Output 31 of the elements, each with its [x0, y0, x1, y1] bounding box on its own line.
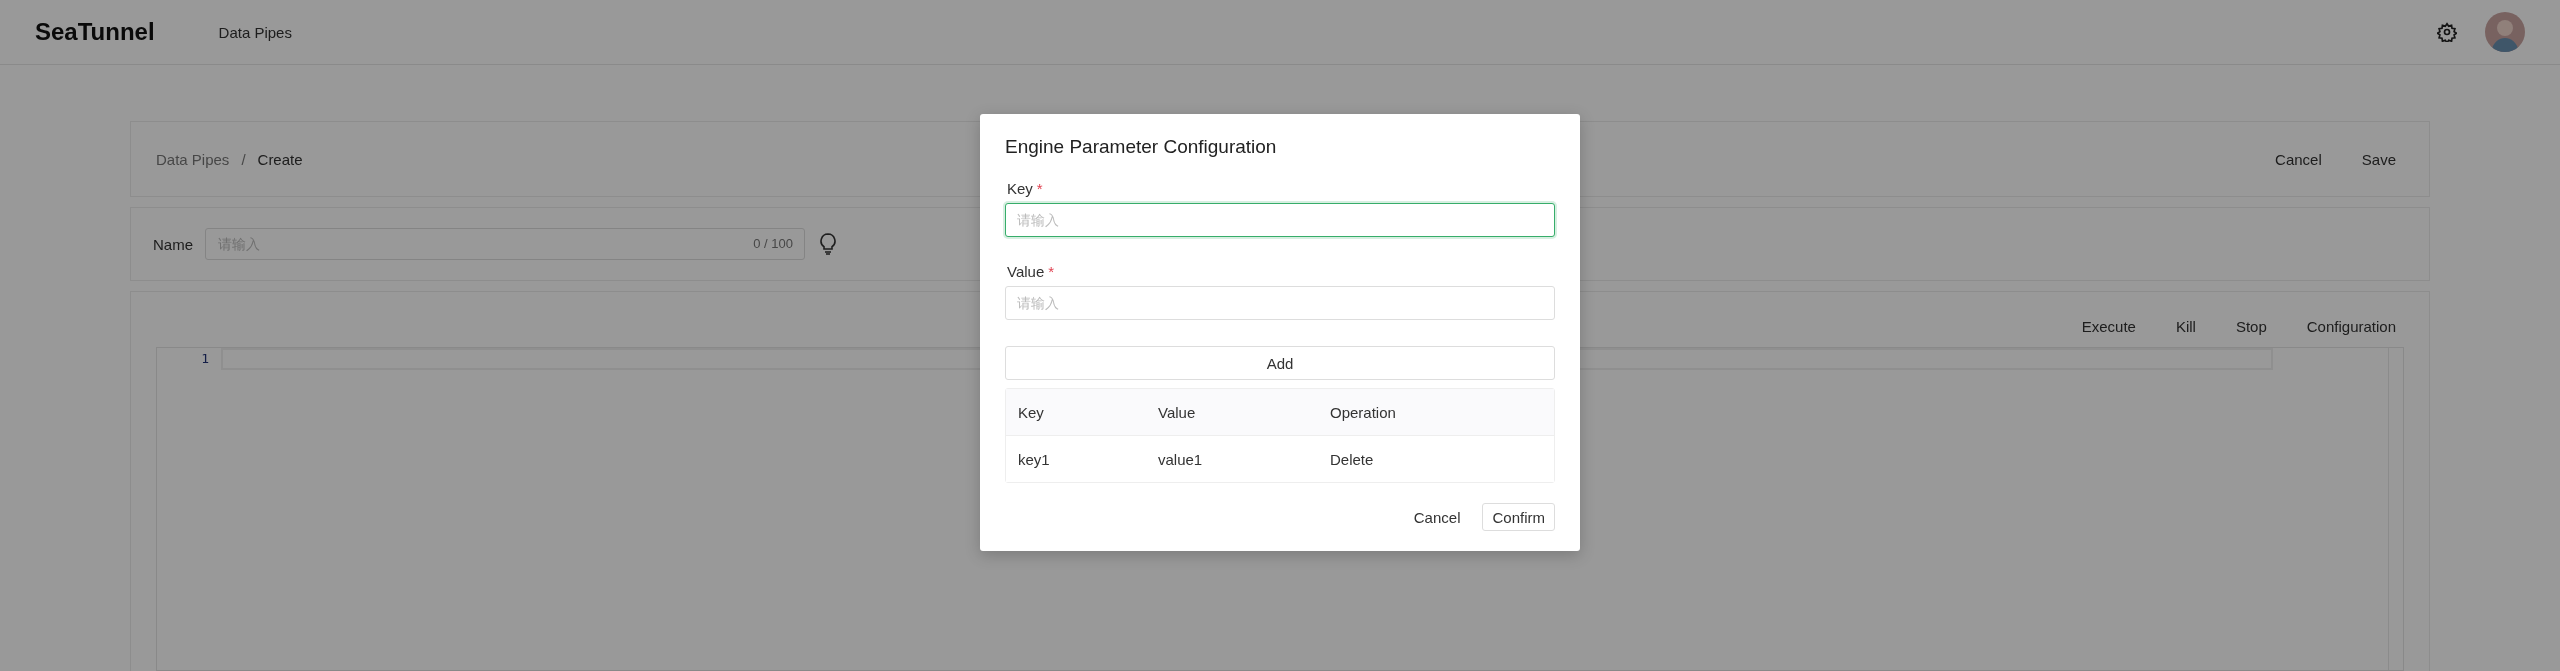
line-number: 1	[201, 350, 209, 368]
avatar[interactable]	[2485, 12, 2525, 52]
dialog-title: Engine Parameter Configuration	[1005, 136, 1278, 158]
table-cell-text: value1	[1158, 450, 1204, 468]
column-header: Key	[1018, 403, 1045, 421]
field-label: Value	[1007, 263, 1045, 280]
breadcrumb-separator: /	[241, 150, 246, 168]
logo: SeaTunnel	[35, 18, 155, 46]
name-label: Name	[153, 235, 193, 253]
confirm-button[interactable]: Confirm	[1482, 503, 1555, 531]
required-mark: *	[1036, 180, 1043, 197]
column-header: Operation	[1330, 403, 1397, 421]
settings-icon[interactable]	[2437, 22, 2457, 42]
editor-action-button[interactable]: Kill	[2167, 314, 2204, 339]
lightbulb-icon	[819, 233, 837, 255]
delete-link[interactable]: Delete	[1330, 450, 1542, 468]
editor-action-button[interactable]: Execute	[2073, 314, 2144, 339]
editor-action-button[interactable]: Configuration	[2298, 314, 2404, 339]
page-action-button[interactable]: Save	[2353, 146, 2404, 172]
field-label: Key	[1007, 180, 1033, 197]
table-cell-text: key1	[1018, 450, 1051, 468]
breadcrumb-item[interactable]: Data Pipes	[156, 150, 230, 168]
nav-link[interactable]: Data Pipes	[218, 23, 292, 41]
input-field[interactable]: 请输入	[1005, 203, 1555, 237]
column-header: Value	[1158, 403, 1197, 421]
required-mark: *	[1048, 263, 1055, 280]
breadcrumb-item: Create	[257, 150, 303, 168]
character-counter: 0 / 100	[753, 236, 793, 251]
add-button[interactable]: Add	[1005, 346, 1555, 380]
page-action-button[interactable]: Cancel	[2267, 146, 2330, 172]
editor-action-button[interactable]: Stop	[2227, 314, 2275, 339]
